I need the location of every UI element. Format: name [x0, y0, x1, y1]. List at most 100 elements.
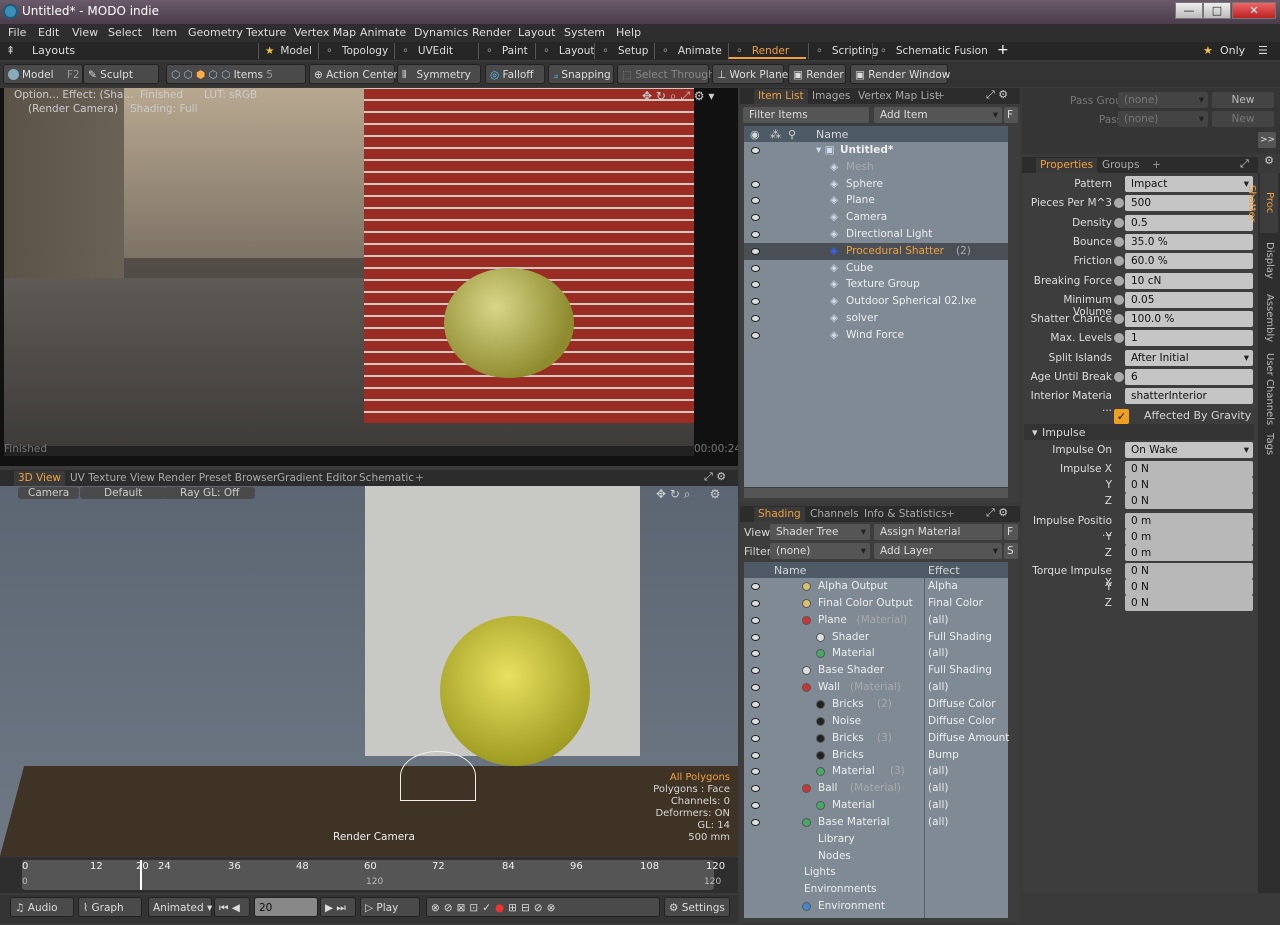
- move-icon[interactable]: ✥: [656, 487, 666, 501]
- layouts-arrow-icon[interactable]: ⇞: [6, 44, 15, 57]
- add-tab-icon[interactable]: +: [1148, 158, 1165, 173]
- menu-view[interactable]: View: [72, 26, 98, 39]
- visibility-eye-icon[interactable]: [751, 231, 760, 238]
- key-tools[interactable]: ⊗⊘⊠⊡✓●⊞⊟⊘⊗: [426, 897, 660, 917]
- layout-tab-topology[interactable]: ⚬ Topology: [318, 43, 392, 59]
- vector-field[interactable]: 0 N: [1125, 563, 1253, 579]
- expand-button[interactable]: >>: [1258, 132, 1276, 148]
- channel-dot[interactable]: [1114, 314, 1124, 325]
- channel-dot[interactable]: [1114, 217, 1124, 228]
- vector-field[interactable]: 0 N: [1125, 477, 1253, 493]
- item-row[interactable]: ◈ Texture Group: [744, 276, 1008, 293]
- menu-file[interactable]: File: [8, 26, 26, 39]
- props-tab-groups[interactable]: Groups: [1098, 158, 1143, 173]
- visibility-eye-icon[interactable]: [751, 700, 760, 708]
- settings-button[interactable]: ⚙ Settings: [664, 897, 730, 917]
- item-row[interactable]: ◈ Wind Force: [744, 327, 1008, 344]
- graph-button[interactable]: ⌇ Graph: [78, 897, 142, 917]
- viewport-maximize-icon[interactable]: ⤢ ⚙: [704, 470, 726, 484]
- passes-dropdown[interactable]: (none): [1118, 111, 1208, 127]
- visibility-eye-icon[interactable]: [751, 734, 760, 742]
- vector-field[interactable]: 0 N: [1125, 493, 1253, 509]
- layout-tab-render[interactable]: ⚬ Render: [728, 43, 806, 59]
- item-row[interactable]: ◈ Mesh: [744, 159, 1008, 176]
- vector-field[interactable]: 0 N: [1125, 461, 1253, 477]
- prop-field[interactable]: After Initial: [1125, 349, 1253, 366]
- menu-dynamics[interactable]: Dynamics: [414, 26, 468, 39]
- play-button[interactable]: ▷ Play: [360, 897, 420, 917]
- panel-menu-icon[interactable]: ⤢: [1240, 157, 1249, 171]
- animated-dropdown[interactable]: Animated ▾: [148, 897, 212, 917]
- item-tab-item-list[interactable]: Item List: [754, 89, 808, 104]
- rotate-icon[interactable]: ↻: [670, 487, 680, 501]
- select-through-button[interactable]: ⬚ Select Through: [617, 64, 715, 84]
- polygon-mode-icon[interactable]: ⬢: [196, 69, 205, 81]
- zoom-icon[interactable]: ⌕: [684, 487, 691, 501]
- panel-menu-icon[interactable]: ⤢ ⚙: [986, 506, 1008, 520]
- visibility-eye-icon[interactable]: [751, 650, 760, 658]
- chevron-down-icon[interactable]: ▾: [708, 89, 714, 103]
- minimize-button[interactable]: —: [1175, 2, 1203, 19]
- pass-groups-dropdown[interactable]: (none): [1118, 92, 1208, 108]
- visibility-eye-icon[interactable]: [751, 785, 760, 793]
- side-panel-gear-icon[interactable]: ⚙: [1258, 154, 1280, 170]
- sculpt-mode-button[interactable]: ✎ Sculpt: [83, 64, 159, 84]
- item-row[interactable]: ◈ Cube: [744, 260, 1008, 277]
- channel-dot[interactable]: [1114, 198, 1124, 209]
- visibility-eye-icon[interactable]: [751, 768, 760, 776]
- shading-tab-channels[interactable]: Channels: [806, 507, 863, 522]
- filter-toggle[interactable]: F: [1004, 107, 1018, 123]
- shader-row[interactable]: Plane (Material) (all): [744, 612, 1008, 629]
- item-tab-images[interactable]: Images: [808, 89, 854, 104]
- menu-vertex-map[interactable]: Vertex Map: [294, 26, 356, 39]
- viewport-nav-controls[interactable]: ✥ ↻ ⌕ ⚙: [656, 487, 720, 502]
- visibility-eye-icon[interactable]: [751, 214, 760, 222]
- item-row[interactable]: ◈ Outdoor Spherical 02.lxe: [744, 293, 1008, 310]
- channel-dot[interactable]: [1114, 236, 1124, 247]
- shader-row[interactable]: Shader Full Shading: [744, 629, 1008, 646]
- vertex-mode-icon[interactable]: ⬡: [171, 69, 180, 81]
- item-tab-vertex-map-list[interactable]: Vertex Map List: [854, 89, 943, 104]
- prop-field[interactable]: 1: [1125, 330, 1253, 347]
- view-tab-gradient-editor[interactable]: Gradient Editor: [273, 471, 361, 486]
- raygl-dropdown[interactable]: Ray GL: Off: [164, 487, 256, 499]
- gravity-checkbox[interactable]: ✓: [1114, 409, 1129, 424]
- view-tab-uv-texture-view[interactable]: UV Texture View: [66, 471, 159, 486]
- visibility-eye-icon[interactable]: [751, 147, 760, 154]
- item-row[interactable]: ◈ Plane: [744, 192, 1008, 209]
- shader-row[interactable]: Bricks (2) Diffuse Color: [744, 696, 1008, 713]
- add-layer-dropdown[interactable]: Add Layer: [874, 543, 1002, 559]
- visibility-eye-icon[interactable]: [751, 180, 760, 188]
- shader-name-header[interactable]: Name: [774, 564, 806, 577]
- name-column-header[interactable]: Name: [816, 128, 848, 141]
- shading-tab-info-statistics[interactable]: Info & Statistics: [860, 507, 951, 522]
- layout-tab-model[interactable]: ★ Model: [258, 43, 316, 59]
- render-camera-label[interactable]: (Render Camera): [28, 103, 118, 115]
- shader-tree-dropdown[interactable]: Shader Tree: [770, 524, 870, 540]
- work-plane-button[interactable]: ⊥ Work Plane: [712, 64, 788, 84]
- shader-row[interactable]: Noise Diffuse Color: [744, 713, 1008, 730]
- layouts-label[interactable]: Layouts: [32, 44, 75, 57]
- shader-row[interactable]: Environments: [744, 881, 1008, 898]
- item-row[interactable]: ◈ Directional Light: [744, 226, 1008, 243]
- layout-menu-icon[interactable]: ☰: [1258, 44, 1268, 57]
- shader-row[interactable]: Wall (Material) (all): [744, 679, 1008, 696]
- prop-field[interactable]: 35.0 %: [1125, 233, 1253, 250]
- maximize-button[interactable]: □: [1203, 2, 1231, 19]
- light-gizmo[interactable]: [400, 751, 476, 801]
- shader-row[interactable]: Base Shader Full Shading: [744, 662, 1008, 679]
- shader-row[interactable]: Base Material (all): [744, 814, 1008, 831]
- assign-material-button[interactable]: Assign Material: [874, 524, 1002, 540]
- shader-row[interactable]: Lights: [744, 864, 1008, 881]
- side-tab-tags[interactable]: Tags: [1260, 429, 1278, 459]
- vector-field[interactable]: 0 N: [1125, 595, 1253, 611]
- shader-row[interactable]: Material (all): [744, 797, 1008, 814]
- layout-tab-layout[interactable]: ⚬ Layout: [535, 43, 595, 59]
- menu-animate[interactable]: Animate: [360, 26, 406, 39]
- zoom-icon[interactable]: ⌕: [670, 89, 677, 103]
- visibility-eye-icon[interactable]: [751, 667, 760, 675]
- impulse-section[interactable]: ▾ Impulse: [1024, 424, 1254, 440]
- items-mode-icon[interactable]: ⬡: [221, 69, 230, 81]
- channel-dot[interactable]: [1114, 333, 1124, 344]
- visibility-eye-icon[interactable]: [751, 197, 760, 205]
